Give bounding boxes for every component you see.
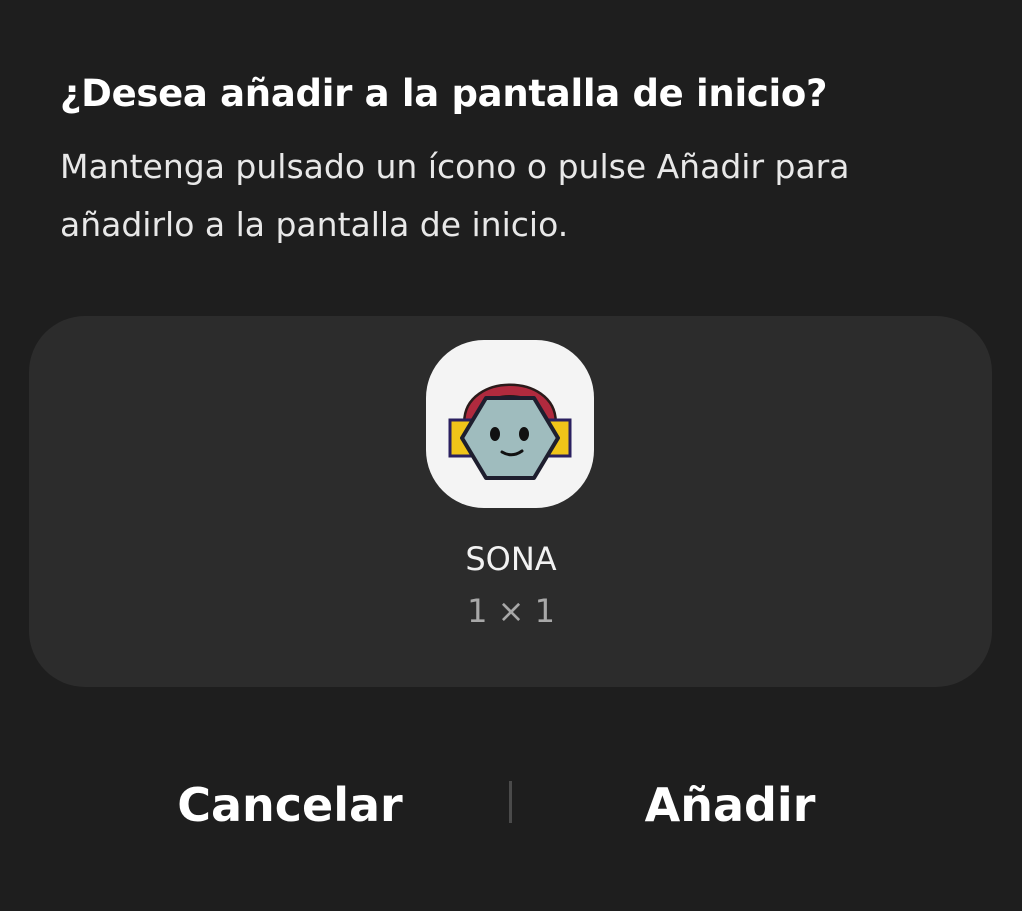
button-divider [509, 781, 512, 823]
cancel-button[interactable]: Cancelar [100, 770, 480, 840]
dialog-message: Mantenga pulsado un ícono o pulse Añadir… [60, 147, 850, 244]
add-button[interactable]: Añadir [540, 770, 920, 840]
sona-app-icon[interactable] [426, 340, 594, 508]
app-name-label: SONA [465, 540, 557, 578]
add-to-home-dialog: ¿Desea añadir a la pantalla de inicio? M… [0, 0, 1022, 911]
headphone-face-icon [448, 383, 572, 480]
dialog-title: ¿Desea añadir a la pantalla de inicio? [60, 72, 828, 115]
widget-size-label: 1 × 1 [467, 592, 555, 630]
